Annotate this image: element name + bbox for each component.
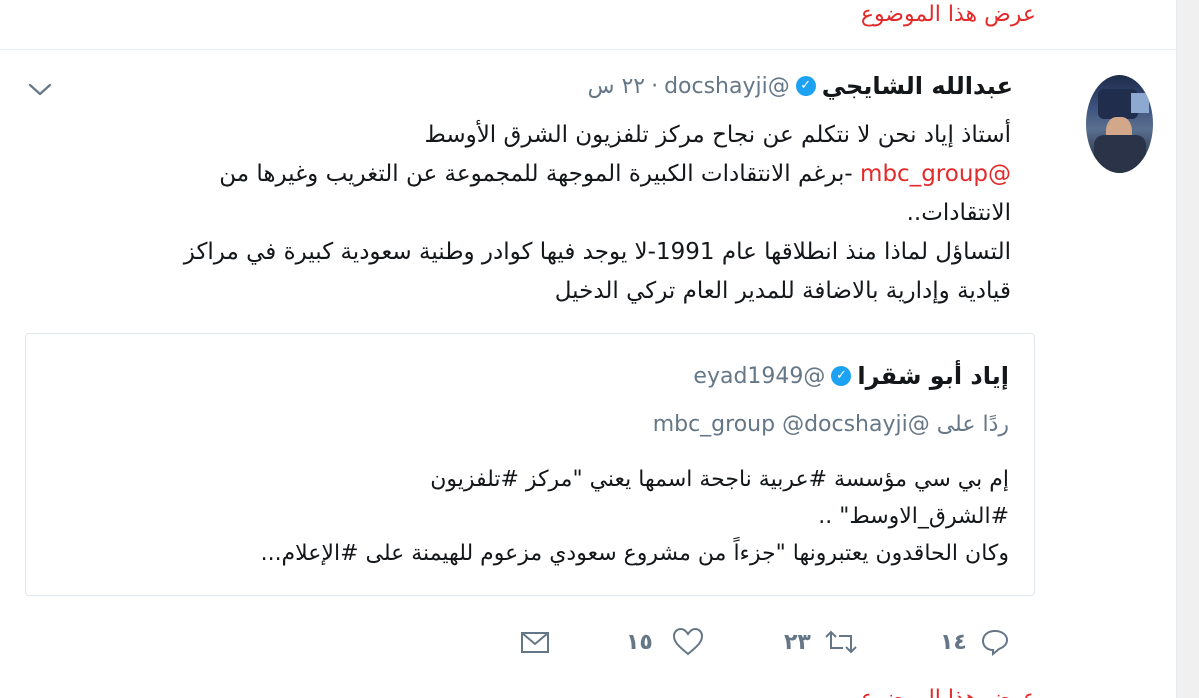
reply-count: ١٤	[940, 629, 967, 655]
retweet-action[interactable]: ٢٣	[784, 622, 859, 662]
quoted-text-line: إم بي سي مؤسسة #عربية ناجحة اسمها يعني "…	[430, 467, 1009, 492]
show-thread-link-top[interactable]: عرض هذا الموضوع	[861, 2, 1036, 27]
tweet-timestamp[interactable]: ٢٢ س	[588, 74, 646, 99]
direct-message-action[interactable]	[519, 622, 551, 662]
tweet-text-fragment: -برغم الانتقادات الكبيرة الموجهة للمجموع…	[219, 161, 853, 187]
replying-to-mentions[interactable]: @mbc_group @docshayji	[653, 412, 930, 437]
heart-icon[interactable]	[671, 626, 705, 658]
avatar[interactable]	[1086, 75, 1153, 173]
verified-badge-icon: ✓	[795, 76, 816, 96]
quoted-tweet-text: إم بي سي مؤسسة #عربية ناجحة اسمها يعني "…	[49, 461, 1009, 572]
like-count: ١٥	[626, 629, 653, 655]
quoted-text-line: وكان الحاقدون يعتبرونها "جزءاً من مشروع …	[260, 541, 1009, 566]
tweet-text-line: @mbc_group -برغم الانتقادات الكبيرة المو…	[11, 155, 1011, 194]
replying-to: ردًا على @mbc_group @docshayji	[653, 412, 1009, 437]
verified-badge-icon: ✓	[831, 366, 852, 386]
quoted-author-name: إياد أبو شقرا	[857, 362, 1009, 390]
tweet-text: أستاذ إياد نحن لا نتكلم عن نجاح مركز تلف…	[11, 116, 1011, 311]
divider	[0, 49, 1176, 50]
like-action[interactable]: ١٥	[626, 622, 705, 662]
tweet-header: عبدالله الشايجي ✓ @docshayji · ٢٢ س	[588, 72, 1013, 100]
tweet-text-line: أستاذ إياد نحن لا نتكلم عن نجاح مركز تلف…	[424, 122, 1011, 148]
timeline-column: عرض هذا الموضوع عبدالله الشايجي ✓ @docsh…	[0, 0, 1177, 698]
author-handle[interactable]: @docshayji	[664, 74, 790, 99]
avatar-bg-shape	[1131, 93, 1149, 113]
retweet-icon[interactable]	[823, 626, 859, 658]
retweet-count: ٢٣	[784, 629, 811, 655]
avatar-body-shape	[1094, 135, 1146, 173]
time-separator: ·	[651, 73, 659, 99]
quoted-tweet-card[interactable]: إياد أبو شقرا ✓ @eyad1949 ردًا على @mbc_…	[25, 333, 1035, 596]
show-thread-link-bottom[interactable]: عرض هذا الموضوع	[861, 686, 1036, 698]
reply-action[interactable]: ١٤	[940, 622, 1011, 662]
tweet-text-line: الانتقادات..	[906, 200, 1011, 226]
page-scroll-gutter	[1177, 0, 1199, 698]
author-name[interactable]: عبدالله الشايجي	[822, 72, 1013, 100]
chevron-down-icon[interactable]	[28, 80, 52, 100]
replying-to-label: ردًا على	[936, 412, 1009, 437]
page: عرض هذا الموضوع عبدالله الشايجي ✓ @docsh…	[0, 0, 1199, 698]
mention-link[interactable]: @mbc_group	[860, 161, 1011, 187]
reply-icon[interactable]	[979, 626, 1011, 658]
tweet-text-line: قيادية وإدارية بالاضافة للمدير العام ترك…	[554, 278, 1011, 304]
quoted-text-line: #الشرق_الاوسط" ..	[818, 504, 1009, 529]
envelope-icon[interactable]	[519, 626, 551, 658]
quoted-tweet-header: إياد أبو شقرا ✓ @eyad1949	[693, 362, 1009, 390]
tweet-text-line: التساؤل لماذا منذ انطلاقها عام 1991-لا ي…	[183, 239, 1011, 265]
quoted-author-handle: @eyad1949	[693, 363, 826, 389]
